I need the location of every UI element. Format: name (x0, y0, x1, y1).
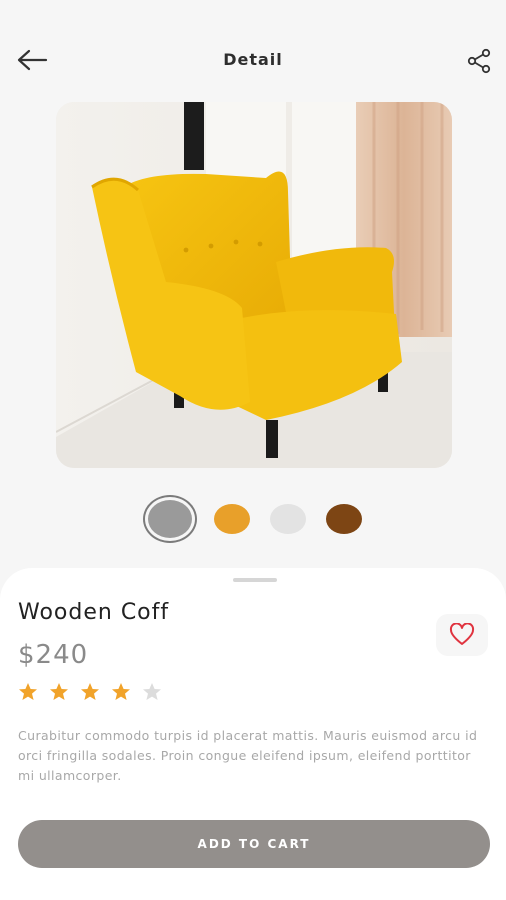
heart-icon (449, 623, 475, 645)
color-swatch-2[interactable] (214, 504, 250, 534)
star-icon (19, 683, 37, 700)
star-icon (112, 683, 130, 700)
page-title: Detail (223, 50, 283, 69)
color-swatch-1[interactable] (148, 500, 192, 538)
color-swatch-4[interactable] (326, 504, 362, 534)
favorite-button[interactable] (436, 614, 488, 656)
product-description: Curabitur commodo turpis id placerat mat… (18, 728, 478, 783)
star-icon (81, 683, 99, 700)
product-image (56, 102, 452, 468)
star-icon (50, 683, 68, 700)
product-sheet: Wooden Coff $240 Curabitur commodo turpi… (0, 568, 506, 900)
product-price: $240 (18, 640, 89, 670)
star-icon (143, 683, 161, 700)
product-name: Wooden Coff (18, 600, 170, 625)
color-swatch-3[interactable] (270, 504, 306, 534)
drag-handle[interactable] (233, 578, 277, 582)
share-icon (467, 48, 491, 74)
share-button[interactable] (466, 48, 492, 74)
color-swatches (0, 498, 506, 538)
add-to-cart-button[interactable]: ADD TO CART (18, 820, 490, 868)
